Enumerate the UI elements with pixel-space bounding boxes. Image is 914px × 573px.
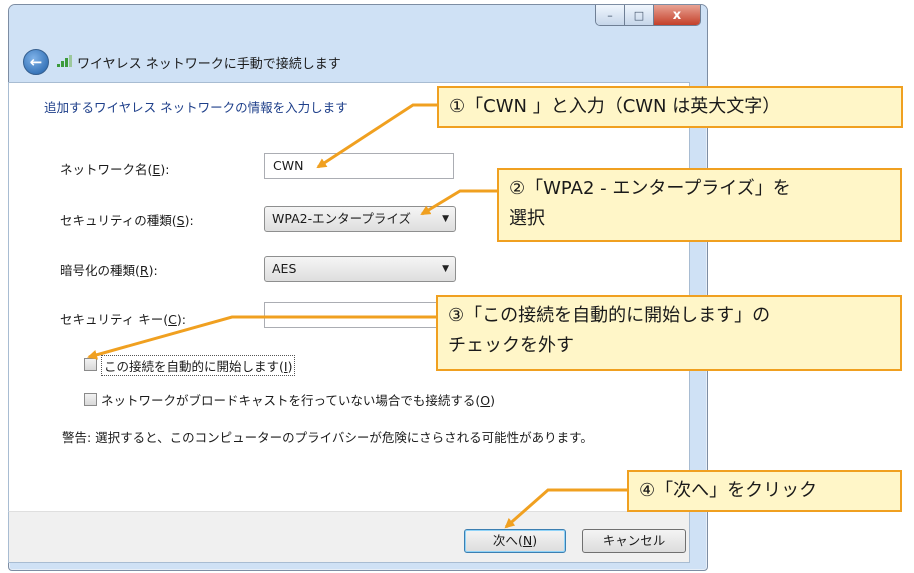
auto-connect-checkbox[interactable] bbox=[84, 358, 97, 371]
page-title: ワイヤレス ネットワークに手動で接続します bbox=[77, 57, 341, 72]
nav-bar: ← ワイヤレス ネットワークに手動で接続します bbox=[9, 35, 707, 87]
callout-3-line-1: ③「この接続を自動的に開始します」の bbox=[448, 305, 771, 326]
callout-3-line-2: チェックを外す bbox=[448, 335, 574, 356]
callout-4: ④「次へ」をクリック bbox=[627, 470, 902, 512]
maximize-button[interactable]: □ bbox=[625, 5, 654, 25]
callout-1: ①「CWN 」と入力（CWN は英大文字） bbox=[437, 86, 903, 128]
privacy-warning: 警告: 選択すると、このコンピューターのプライバシーが危険にさらされる可能性があ… bbox=[62, 430, 593, 445]
security-key-input[interactable] bbox=[264, 302, 440, 328]
back-arrow-icon[interactable]: ← bbox=[23, 49, 49, 75]
security-type-select[interactable]: WPA2-エンタープライズ ▼ bbox=[264, 206, 456, 232]
encryption-type-label: 暗号化の種類(R): bbox=[60, 263, 158, 278]
security-key-label: セキュリティ キー(C): bbox=[60, 312, 186, 327]
cancel-button[interactable]: キャンセル bbox=[582, 529, 686, 553]
next-button[interactable]: 次へ(N) bbox=[464, 529, 566, 553]
network-name-input[interactable]: CWN bbox=[264, 153, 454, 179]
window-controls: – □ x bbox=[595, 5, 701, 26]
callout-2-line-1: ②「WPA2 - エンタープライズ」を bbox=[509, 178, 791, 199]
title-bar: – □ x bbox=[9, 5, 707, 35]
wireless-signal-icon bbox=[57, 55, 75, 67]
chevron-down-icon: ▼ bbox=[442, 264, 449, 274]
hidden-network-checkbox[interactable] bbox=[84, 393, 97, 406]
encryption-type-select[interactable]: AES ▼ bbox=[264, 256, 456, 282]
close-button[interactable]: x bbox=[654, 5, 700, 25]
encryption-type-value: AES bbox=[272, 261, 297, 276]
auto-connect-label[interactable]: この接続を自動的に開始します(I) bbox=[101, 355, 296, 376]
callout-2-line-2: 選択 bbox=[509, 208, 545, 229]
callout-2: ②「WPA2 - エンタープライズ」を 選択 bbox=[497, 168, 902, 242]
hidden-network-label[interactable]: ネットワークがブロードキャストを行っていない場合でも接続する(O) bbox=[101, 390, 495, 409]
chevron-down-icon: ▼ bbox=[442, 214, 449, 224]
instruction-heading: 追加するワイヤレス ネットワークの情報を入力します bbox=[44, 100, 348, 115]
minimize-button[interactable]: – bbox=[596, 5, 625, 25]
network-name-label: ネットワーク名(E): bbox=[60, 162, 170, 177]
security-type-value: WPA2-エンタープライズ bbox=[272, 211, 411, 226]
callout-3: ③「この接続を自動的に開始します」の チェックを外す bbox=[436, 295, 902, 371]
security-type-label: セキュリティの種類(S): bbox=[60, 213, 194, 228]
